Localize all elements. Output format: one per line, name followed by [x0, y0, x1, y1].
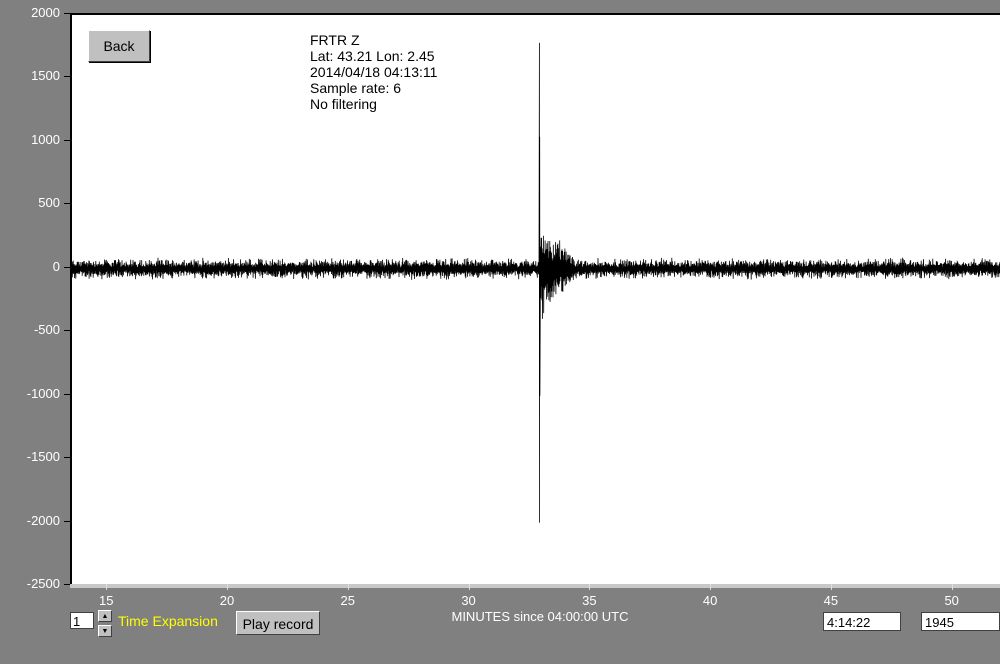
station-coordinates: Lat: 43.21 Lon: 2.45	[310, 48, 435, 64]
x-tick-mark	[951, 584, 953, 590]
time-expansion-up-button[interactable]: ▲	[98, 610, 112, 622]
x-tick-mark	[347, 584, 349, 590]
y-tick-mark	[64, 139, 71, 141]
y-tick-mark	[64, 393, 71, 395]
y-tick-label: -2000	[26, 512, 60, 528]
time-expansion-down-button[interactable]: ▼	[98, 625, 112, 637]
x-tick-mark	[710, 584, 712, 590]
seismogram-plot: Back FRTR Z Lat: 43.21 Lon: 2.45 2014/04…	[70, 13, 1000, 584]
x-axis-strip	[70, 584, 1000, 588]
y-tick-mark	[64, 266, 71, 268]
x-axis-label: MINUTES since 04:00:00 UTC	[451, 609, 629, 624]
y-tick-label: -1000	[26, 385, 60, 401]
back-button[interactable]: Back	[88, 30, 150, 62]
x-tick-mark	[589, 584, 591, 590]
y-tick-mark	[64, 203, 71, 205]
y-tick-label: -500	[33, 322, 60, 338]
x-tick-label: 25	[340, 593, 356, 608]
y-tick-mark	[64, 76, 71, 78]
x-tick-label: 20	[219, 593, 235, 608]
y-tick-mark	[64, 330, 71, 332]
time-expansion-label: Time Expansion	[118, 613, 218, 629]
time-expansion-input[interactable]: 1	[70, 612, 94, 629]
filter-status: No filtering	[310, 96, 377, 112]
record-datetime: 2014/04/18 04:13:11	[310, 64, 438, 80]
x-tick-label: 40	[702, 593, 718, 608]
x-tick-label: 45	[823, 593, 839, 608]
x-tick-label: 50	[944, 593, 959, 608]
y-tick-label: 1000	[31, 131, 60, 147]
station-info: FRTR Z Lat: 43.21 Lon: 2.45 2014/04/18 0…	[310, 32, 437, 112]
x-tick-mark	[106, 584, 108, 590]
y-tick-mark	[64, 520, 71, 522]
sample-rate: Sample rate: 6	[310, 80, 402, 96]
y-tick-label: -1500	[26, 449, 60, 465]
y-tick-label: -2500	[26, 576, 60, 591]
y-tick-label: 1500	[31, 68, 60, 84]
y-tick-label: 500	[38, 195, 60, 211]
y-tick-mark	[64, 457, 71, 459]
x-tick-mark	[227, 584, 228, 590]
x-tick-label: 15	[98, 593, 114, 608]
x-tick-mark	[468, 584, 470, 590]
station-name: FRTR Z	[310, 32, 360, 48]
y-tick-label: 2000	[31, 5, 60, 20]
seismogram-trace-svg	[72, 42, 1000, 523]
y-tick-mark	[64, 13, 71, 14]
y-tick-label: 0	[52, 258, 60, 274]
x-tick-label: 35	[582, 593, 597, 608]
seismogram-trace-line	[72, 42, 1000, 523]
x-tick-label: 30	[461, 593, 476, 608]
play-record-button[interactable]: Play record	[236, 611, 320, 635]
sample-index-field[interactable]: 1945	[921, 612, 1000, 631]
cursor-time-field[interactable]: 4:14:22	[823, 612, 901, 631]
x-tick-mark	[830, 584, 832, 590]
